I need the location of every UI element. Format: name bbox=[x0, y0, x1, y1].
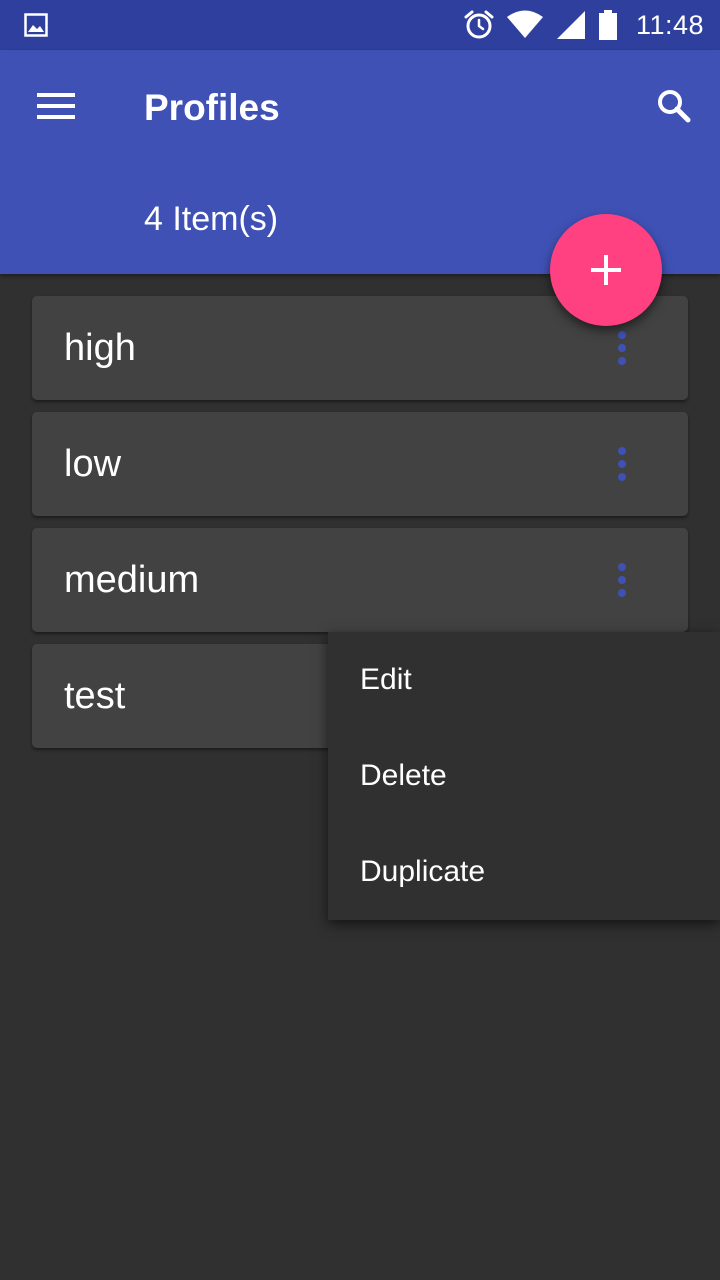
plus-icon bbox=[591, 255, 621, 285]
status-clock: 11:48 bbox=[635, 9, 704, 40]
wifi-icon bbox=[506, 10, 543, 38]
list-item-label: medium bbox=[64, 559, 200, 601]
list-item-label: test bbox=[64, 675, 126, 717]
page-title: Profiles bbox=[144, 87, 280, 128]
list-item-label: high bbox=[64, 327, 136, 369]
battery-icon bbox=[598, 10, 617, 40]
menu-item-duplicate[interactable]: Duplicate bbox=[328, 824, 720, 920]
add-profile-button[interactable] bbox=[550, 214, 662, 326]
alarm-icon bbox=[464, 10, 494, 39]
search-icon[interactable] bbox=[648, 80, 700, 132]
menu-icon[interactable] bbox=[26, 84, 86, 128]
item-count: 4 Item(s) bbox=[144, 200, 279, 238]
gallery-icon bbox=[24, 13, 48, 37]
menu-item-edit[interactable]: Edit bbox=[328, 632, 720, 728]
status-icons: 11:48 bbox=[464, 0, 704, 50]
status-bar: 11:48 bbox=[0, 0, 720, 50]
list-item[interactable]: low bbox=[32, 412, 688, 516]
more-vert-icon[interactable] bbox=[604, 444, 640, 484]
more-vert-icon[interactable] bbox=[604, 328, 640, 368]
list-item-label: low bbox=[64, 443, 122, 485]
list-item[interactable]: medium bbox=[32, 528, 688, 632]
signal-icon bbox=[556, 11, 585, 39]
menu-item-delete[interactable]: Delete bbox=[328, 728, 720, 824]
profile-options-menu: Edit Delete Duplicate bbox=[328, 632, 720, 920]
more-vert-icon[interactable] bbox=[604, 560, 640, 600]
